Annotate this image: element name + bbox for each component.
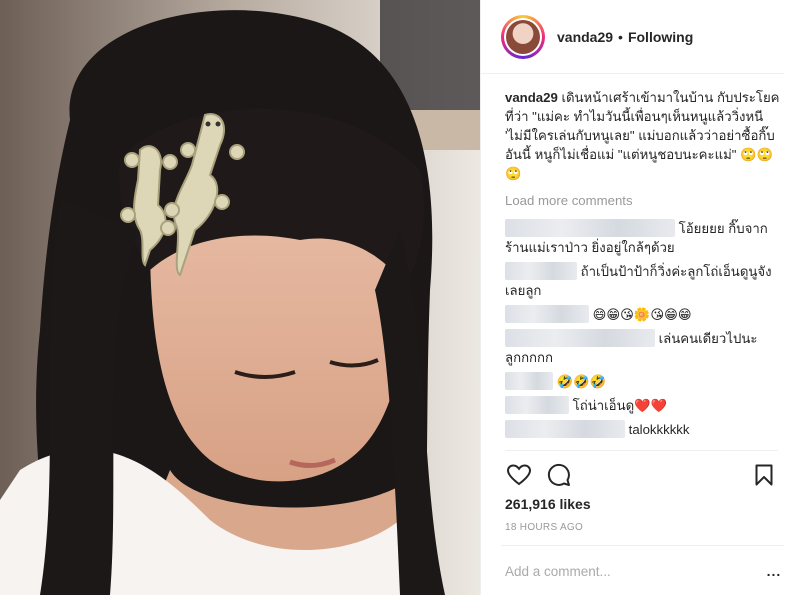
caption-author[interactable]: vanda29: [505, 90, 558, 105]
redacted-username: [505, 305, 589, 323]
comments-list: vanda29 เดินหน้าเศร้าเข้ามาในบ้าน กับประ…: [481, 74, 792, 439]
redacted-username: [505, 396, 569, 414]
photo-illustration: [0, 0, 480, 595]
load-more-comments-link[interactable]: Load more comments: [505, 191, 782, 210]
avatar[interactable]: [501, 14, 545, 59]
post-sidebar: vanda29 • Following vanda29 เดินหน้าเศร้…: [480, 0, 792, 595]
post-username[interactable]: vanda29: [557, 29, 613, 45]
comment-item: โอ้ยยยย กิ๊บจากร้านแม่เราป่าว ยิ่งอยู่ใก…: [505, 219, 782, 257]
comment-item: talokkkkkk: [505, 420, 782, 439]
avatar-image: [506, 19, 540, 54]
comment-text: โถ่น่าเอ็นดู❤️❤️: [572, 398, 668, 413]
comment-item: โถ่น่าเอ็นดู❤️❤️: [505, 396, 782, 415]
action-bar: [505, 460, 778, 490]
post-timestamp[interactable]: 18 HOURS AGO: [505, 522, 583, 533]
separator-dot: •: [618, 28, 623, 45]
post-caption: vanda29 เดินหน้าเศร้าเข้ามาในบ้าน กับประ…: [505, 88, 782, 183]
heart-outline-icon[interactable]: [505, 461, 533, 489]
comment-input[interactable]: [501, 563, 764, 579]
comment-item: เล่นคนเดียวไปนะลูกกกกก: [505, 329, 782, 367]
comment-item: 😄😁😘🌼😘😁😁: [505, 305, 782, 324]
bookmark-icon[interactable]: [750, 461, 778, 489]
more-options-button[interactable]: ...: [764, 563, 784, 579]
divider: [505, 450, 778, 451]
speech-bubble-icon[interactable]: [545, 461, 573, 489]
following-button[interactable]: Following: [628, 29, 693, 45]
redacted-username: [505, 420, 625, 438]
post-header: vanda29 • Following: [481, 0, 784, 74]
comment-item: ถ้าเป็นป้าป้าก็วิ่งค่ะลูกโถ่เอ็นดูนูจังเ…: [505, 262, 782, 300]
comment-text: talokkkkkk: [628, 422, 690, 437]
add-comment-bar: ...: [501, 545, 784, 596]
redacted-username: [505, 262, 577, 280]
redacted-username: [505, 329, 655, 347]
comment-text: 🤣🤣🤣: [556, 374, 606, 389]
comment-item: 🤣🤣🤣: [505, 372, 782, 391]
likes-count[interactable]: 261,916 likes: [505, 496, 591, 512]
redacted-username: [505, 372, 553, 390]
comment-text: 😄😁😘🌼😘😁😁: [592, 307, 692, 322]
redacted-username: [505, 219, 675, 237]
post-photo[interactable]: [0, 0, 480, 595]
